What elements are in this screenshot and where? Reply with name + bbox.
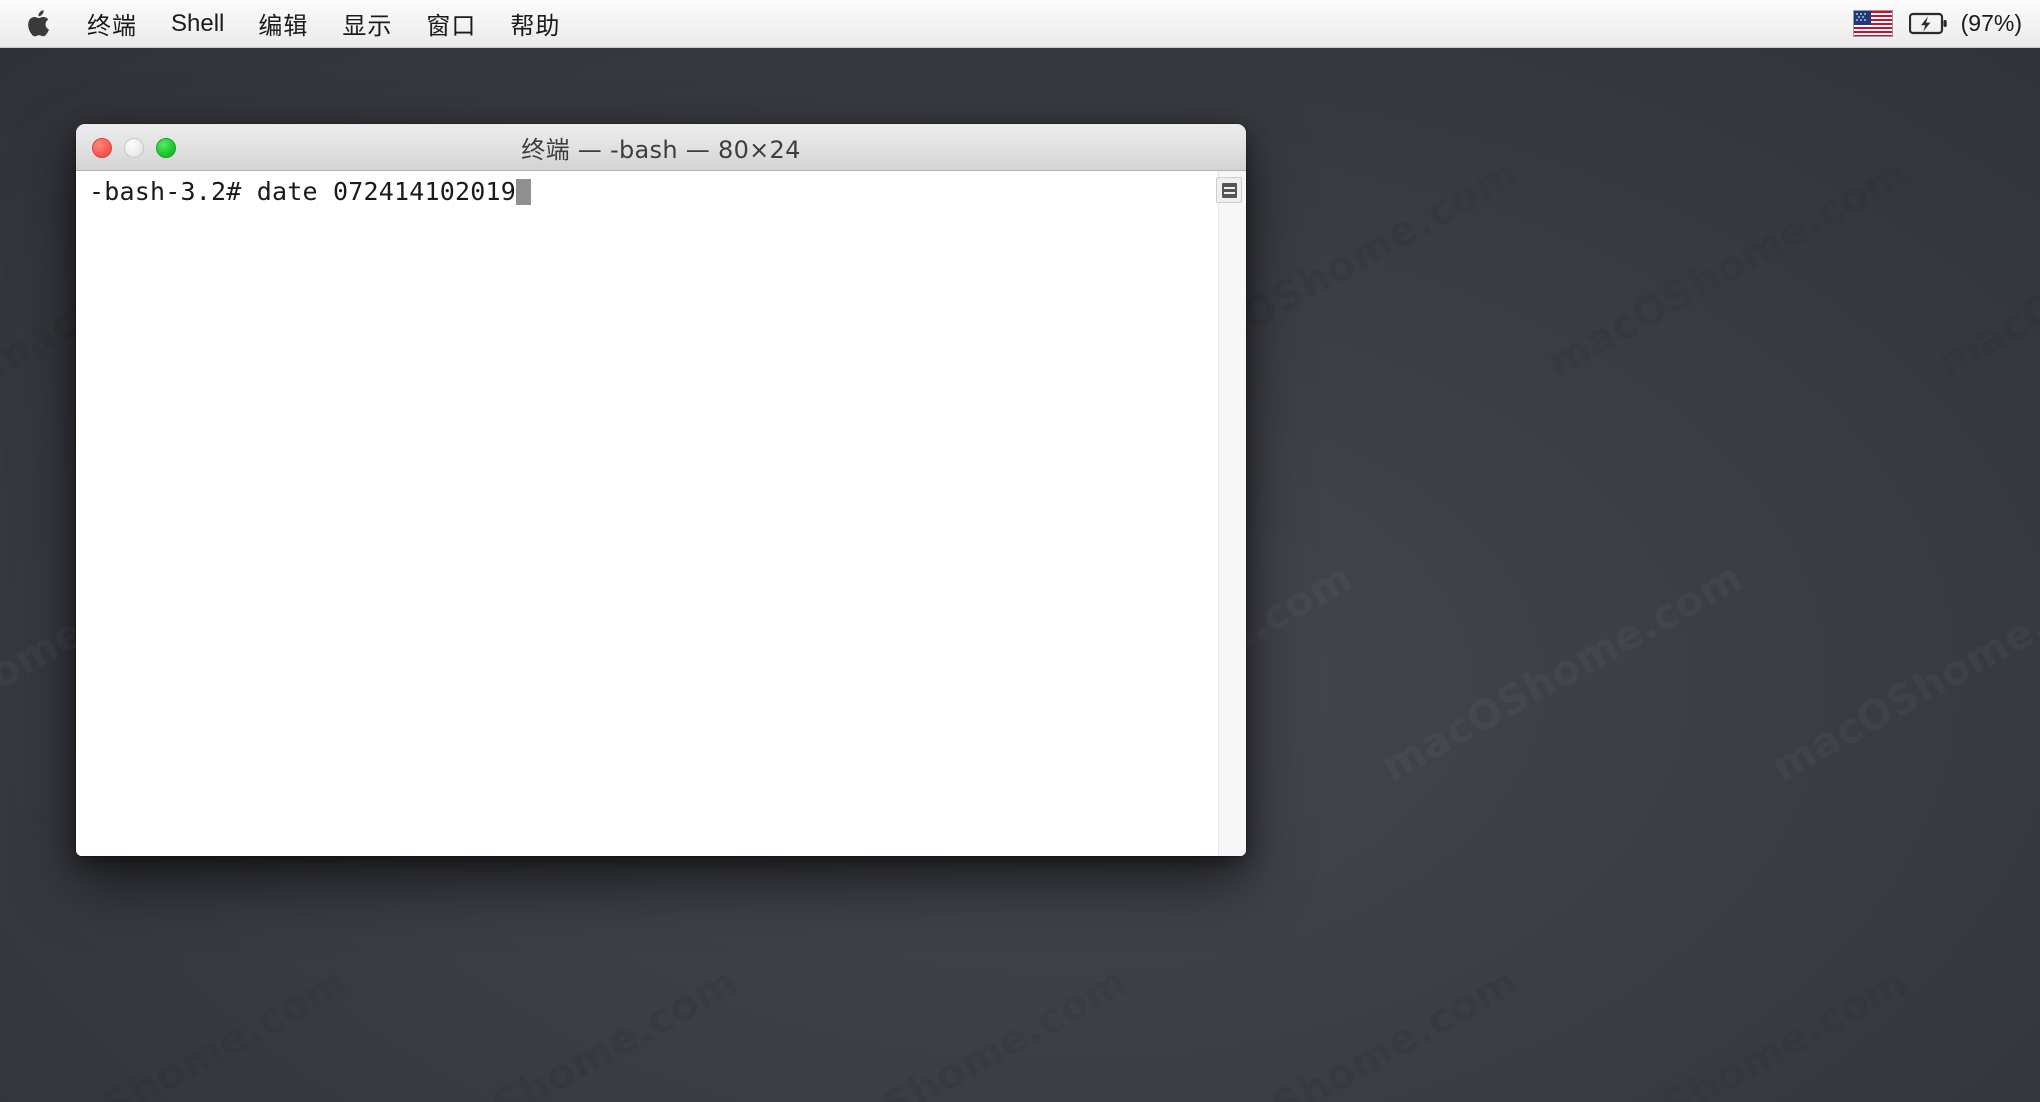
- menu-item-edit[interactable]: 编辑: [241, 0, 325, 47]
- us-flag-icon[interactable]: [1852, 10, 1893, 37]
- menu-item-help-label: 帮助: [510, 12, 561, 40]
- screen: macOShome.commacOShome.commacOShome.comm…: [0, 0, 2040, 1102]
- minimize-button[interactable]: [124, 137, 144, 158]
- menu-item-view[interactable]: 显示: [325, 0, 409, 47]
- menu-item-window[interactable]: 窗口: [409, 0, 493, 47]
- menu-item-window-label: 窗口: [426, 12, 477, 40]
- menu-item-shell-label: Shell: [171, 9, 225, 37]
- battery-percent-label: (97%): [1960, 10, 2022, 36]
- window-controls: [92, 124, 176, 171]
- split-pane-glyph: [1221, 182, 1237, 198]
- maximize-button[interactable]: [156, 137, 176, 158]
- apple-logo-icon: [28, 9, 49, 36]
- menu-item-view-label: 显示: [342, 12, 393, 40]
- terminal-content-area[interactable]: -bash-3.2# date 072414102019: [76, 171, 1246, 856]
- terminal-scrollbar[interactable]: [1218, 171, 1246, 856]
- menu-bar-left-group: 终端 Shell 编辑 显示 窗口 帮助: [0, 0, 577, 47]
- terminal-window[interactable]: 终端 — -bash — 80×24 -bash-3.2# date 07241…: [76, 124, 1246, 856]
- menu-item-edit-label: 编辑: [258, 12, 309, 40]
- window-title: 终端 — -bash — 80×24: [521, 135, 801, 164]
- terminal-output: -bash-3.2# date 072414102019: [89, 177, 1186, 207]
- menu-item-terminal[interactable]: 终端: [70, 0, 154, 47]
- close-button[interactable]: [92, 137, 112, 158]
- menu-bar: 终端 Shell 编辑 显示 窗口 帮助 (97%): [0, 0, 2040, 48]
- terminal-cursor: [516, 179, 532, 205]
- terminal-prompt-line: -bash-3.2# date 072414102019: [89, 177, 517, 206]
- menu-item-help[interactable]: 帮助: [493, 0, 577, 47]
- flag-canton: [1853, 11, 1871, 25]
- apple-menu-button[interactable]: [0, 0, 70, 47]
- menu-item-shell[interactable]: Shell: [154, 0, 241, 47]
- menu-bar-status-group: (97%): [1852, 0, 2040, 47]
- battery-charging-icon: [1908, 12, 1947, 34]
- battery-status[interactable]: (97%): [1908, 10, 2022, 37]
- split-pane-icon[interactable]: [1216, 177, 1242, 203]
- menu-item-terminal-label: 终端: [87, 12, 137, 40]
- window-titlebar[interactable]: 终端 — -bash — 80×24: [76, 124, 1246, 171]
